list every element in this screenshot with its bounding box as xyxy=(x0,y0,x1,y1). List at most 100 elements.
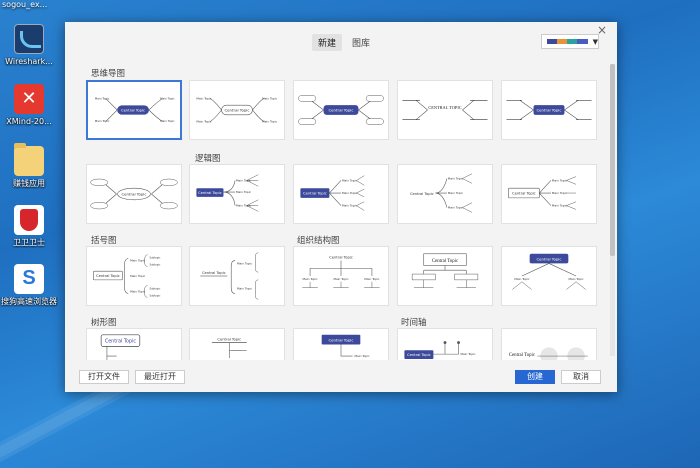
new-document-dialog: × 新建 图库 ▼ 思维导图 逻辑图 括号图 组织结构图 树形图 时间轴 Cen… xyxy=(65,22,617,392)
category-logic: 逻辑图 xyxy=(195,154,221,164)
svg-text:Main Topic: Main Topic xyxy=(342,204,357,208)
template-logic-2[interactable]: Central Topic Main Topic Main Topic Main… xyxy=(293,164,389,224)
svg-text:Central Topic: Central Topic xyxy=(122,192,147,197)
template-tree-1[interactable]: Central Topic xyxy=(86,328,182,360)
recent-button[interactable]: 最近打开 xyxy=(135,370,185,384)
svg-text:Central Topic: Central Topic xyxy=(512,191,536,195)
template-org-1[interactable]: Central Topic Main Topic Main Topic Main… xyxy=(293,246,389,306)
svg-text:Subtopic: Subtopic xyxy=(149,287,161,291)
svg-text:Main Topic: Main Topic xyxy=(460,352,475,356)
svg-text:Central Topic: Central Topic xyxy=(105,339,137,345)
desktop-top-label: sogou_ex... xyxy=(2,0,48,9)
svg-text:Main Topic: Main Topic xyxy=(196,96,211,100)
template-mindmap-2[interactable]: Central Topic Main Topic Main Topic Main… xyxy=(189,80,285,140)
svg-text:Central Topic: Central Topic xyxy=(198,191,222,195)
svg-text:Main Topic: Main Topic xyxy=(448,191,463,195)
svg-text:Central Topic: Central Topic xyxy=(509,353,535,358)
template-org-2[interactable]: Central Topic xyxy=(397,246,493,306)
svg-text:Main Topic: Main Topic xyxy=(448,177,463,181)
desktop-icon-wireshark[interactable]: Wireshark... xyxy=(0,24,58,67)
svg-text:Central Topic: Central Topic xyxy=(217,338,241,342)
svg-text:Central Topic: Central Topic xyxy=(225,108,250,113)
svg-text:Central Topic: Central Topic xyxy=(121,109,145,113)
template-bracket-2[interactable]: Central Topic Main Topic Main Topic xyxy=(189,246,285,306)
svg-text:Central Topic: Central Topic xyxy=(329,256,353,260)
svg-text:Main Topic: Main Topic xyxy=(342,178,357,182)
svg-text:Central Topic: Central Topic xyxy=(537,256,562,261)
svg-text:Main Topic: Main Topic xyxy=(448,206,463,210)
svg-text:Central Topic: Central Topic xyxy=(96,274,120,278)
xmind-icon xyxy=(14,84,44,114)
template-logic-1[interactable]: Central Topic Main Topic Main Topic Main… xyxy=(189,164,285,224)
template-org-3[interactable]: Central Topic Main Topic Main Topic xyxy=(501,246,597,306)
template-tree-2[interactable]: Central Topic xyxy=(189,328,285,360)
category-tree: 树形图 xyxy=(91,318,117,328)
wireshark-icon xyxy=(14,24,44,54)
desktop-icon-security[interactable]: 卫卫卫士 xyxy=(0,205,58,248)
svg-text:Main Topic: Main Topic xyxy=(342,191,357,195)
svg-text:Main Topic: Main Topic xyxy=(569,277,584,281)
template-bracket-1[interactable]: Central Topic Main Topic Main Topic Main… xyxy=(86,246,182,306)
template-mindmap-5[interactable]: Central Topic xyxy=(501,80,597,140)
svg-text:Main Topic: Main Topic xyxy=(552,191,567,195)
svg-text:Central Topic: Central Topic xyxy=(432,259,458,264)
folder-icon xyxy=(14,143,44,176)
svg-text:Main Topic: Main Topic xyxy=(160,97,175,101)
cancel-button[interactable]: 取消 xyxy=(561,370,601,384)
svg-text:Main Topic: Main Topic xyxy=(95,119,110,123)
svg-text:Main Topic: Main Topic xyxy=(160,119,175,123)
svg-text:Subtopic: Subtopic xyxy=(149,262,161,266)
svg-text:Subtopic: Subtopic xyxy=(149,293,161,297)
category-timeline: 时间轴 xyxy=(401,318,427,328)
tab-new[interactable]: 新建 xyxy=(312,34,343,51)
desktop-icon-xmind[interactable]: XMind-20... xyxy=(0,84,58,127)
template-tree-3[interactable]: Central Topic Main Topic xyxy=(293,328,389,360)
svg-text:Main Topic: Main Topic xyxy=(237,261,252,265)
svg-text:Central Topic: Central Topic xyxy=(303,191,327,195)
svg-text:Main Topic: Main Topic xyxy=(262,96,277,100)
template-timeline-1[interactable]: Central Topic Main Topic xyxy=(397,328,493,360)
svg-text:Central Topic: Central Topic xyxy=(407,353,431,357)
template-mindmap-1[interactable]: Central Topic Main Topic Main Topic Main… xyxy=(86,80,182,140)
template-logic-4[interactable]: Central Topic Main Topic Main Topic Main… xyxy=(501,164,597,224)
open-file-button[interactable]: 打开文件 xyxy=(79,370,129,384)
desktop-icon-label: Wireshark... xyxy=(5,57,53,66)
svg-text:Main Topic: Main Topic xyxy=(364,277,379,281)
svg-text:Main Topic: Main Topic xyxy=(95,97,110,101)
svg-text:Subtopic: Subtopic xyxy=(149,256,161,260)
svg-text:Main Topic: Main Topic xyxy=(552,178,567,182)
svg-text:Central Topic: Central Topic xyxy=(329,337,354,342)
svg-text:Main Topic: Main Topic xyxy=(196,120,211,124)
template-mindmap-6[interactable]: Central Topic xyxy=(86,164,182,224)
svg-text:Main Topic: Main Topic xyxy=(355,354,370,358)
scrollbar-thumb[interactable] xyxy=(610,64,615,256)
desktop-icon-label: 卫卫卫士 xyxy=(13,238,45,247)
tab-gallery[interactable]: 图库 xyxy=(346,34,376,51)
template-mindmap-3[interactable]: Central Topic xyxy=(293,80,389,140)
svg-text:Main Topic: Main Topic xyxy=(333,277,348,281)
theme-swatch xyxy=(567,39,578,44)
template-mindmap-4[interactable]: CENTRAL TOPIC xyxy=(397,80,493,140)
security-shield-icon xyxy=(14,205,44,235)
desktop-icon-folder[interactable]: 赚钱应用 xyxy=(0,143,58,189)
theme-swatch xyxy=(557,39,568,44)
svg-text:Main Topic: Main Topic xyxy=(237,287,252,291)
desktop-icon-label: 搜狗高速浏览器 xyxy=(1,297,57,306)
dialog-tabs: 新建 图库 xyxy=(312,34,376,51)
template-timeline-2[interactable]: Central Topic xyxy=(501,328,597,360)
svg-text:Central Topic: Central Topic xyxy=(329,108,354,113)
gallery-scrollbar[interactable] xyxy=(610,64,615,356)
theme-color-picker[interactable]: ▼ xyxy=(541,34,599,49)
theme-swatch xyxy=(577,39,588,44)
template-gallery: 思维导图 逻辑图 括号图 组织结构图 树形图 时间轴 Central Topic… xyxy=(79,62,609,360)
template-logic-3[interactable]: Central Topic Main Topic Main Topic Main… xyxy=(397,164,493,224)
desktop-icon-sogou[interactable]: 搜狗高速浏览器 xyxy=(0,264,58,307)
svg-text:Main Topic: Main Topic xyxy=(552,204,567,208)
svg-text:Main Topic: Main Topic xyxy=(130,274,145,278)
create-button[interactable]: 创建 xyxy=(515,370,555,384)
svg-text:Main Topic: Main Topic xyxy=(303,277,318,281)
svg-text:Main Topic: Main Topic xyxy=(130,259,145,263)
category-bracket: 括号图 xyxy=(91,236,117,246)
svg-text:CENTRAL TOPIC: CENTRAL TOPIC xyxy=(428,105,461,110)
svg-text:Main Topic: Main Topic xyxy=(514,277,529,281)
